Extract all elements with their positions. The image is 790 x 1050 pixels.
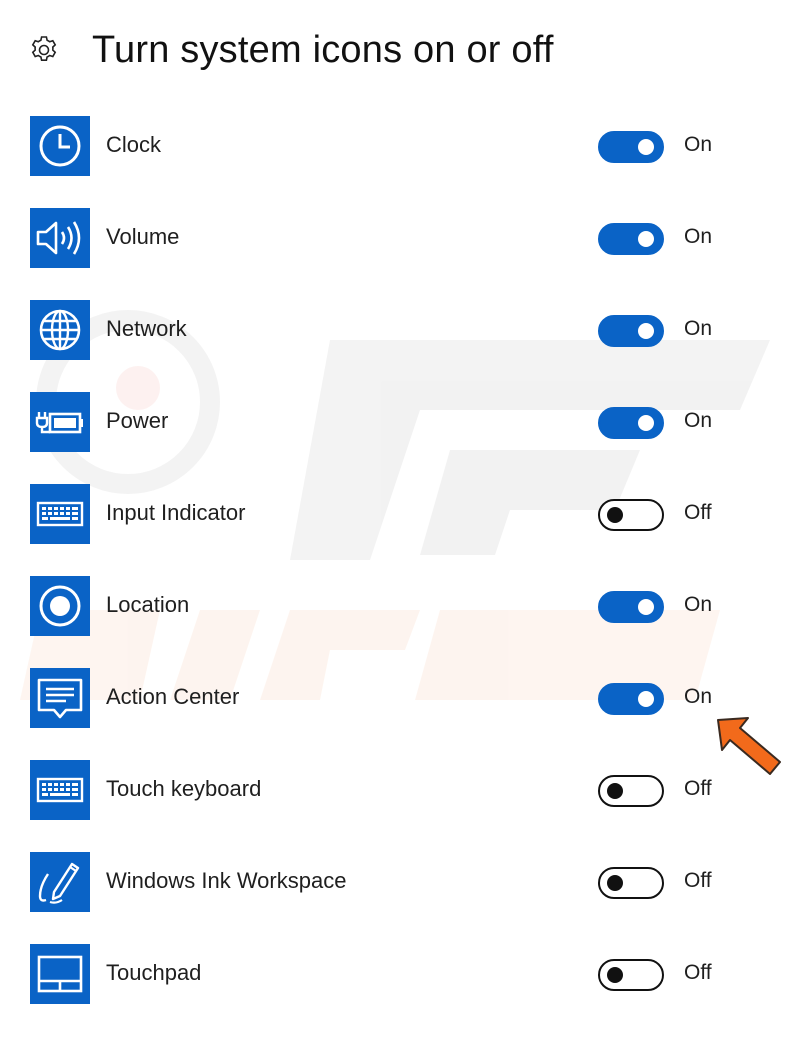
toggle-state: On: [684, 133, 713, 156]
toggle-state: Off: [684, 777, 712, 800]
toggle-state: On: [684, 409, 713, 432]
item-label: Input Indicator: [106, 500, 246, 525]
page-title: Turn system icons on or off: [92, 28, 554, 71]
keyboard-icon: [30, 484, 90, 544]
item-label: Touch keyboard: [106, 776, 262, 801]
toggle-knob: [638, 139, 654, 155]
toggle-knob: [638, 599, 654, 615]
list-item-action-center: Action Center On: [30, 668, 770, 730]
page-header: Turn system icons on or off: [28, 22, 554, 78]
touchpad-toggle[interactable]: [598, 959, 664, 991]
gear-icon: [28, 34, 60, 66]
item-label: Touchpad: [106, 960, 202, 985]
list-item-location: Location On: [30, 576, 770, 638]
windows-ink-toggle[interactable]: [598, 867, 664, 899]
clock-toggle[interactable]: [598, 131, 664, 163]
toggle-knob: [607, 874, 623, 891]
toggle-knob: [607, 966, 623, 983]
toggle-knob: [607, 782, 623, 799]
touch-keyboard-toggle[interactable]: [598, 775, 664, 807]
item-label: Power: [106, 408, 169, 433]
pen-icon: [30, 852, 90, 912]
power-toggle[interactable]: [598, 407, 664, 439]
toggle-knob: [638, 415, 654, 431]
toggle-state: On: [684, 593, 713, 616]
pointer-arrow-icon: [717, 717, 781, 775]
toggle-knob: [638, 231, 654, 247]
touchpad-icon: [30, 944, 90, 1004]
keyboard-icon: [30, 760, 90, 820]
toggle-state: Off: [684, 961, 712, 984]
list-item-input-indicator: Input Indicator Off: [30, 484, 770, 546]
item-label: Network: [106, 316, 187, 341]
toggle-state: On: [684, 225, 713, 248]
volume-icon: [30, 208, 90, 268]
toggle-state: On: [684, 685, 713, 708]
item-label: Action Center: [106, 684, 240, 709]
location-toggle[interactable]: [598, 591, 664, 623]
toggle-knob: [638, 323, 654, 339]
list-item-touchpad: Touchpad Off: [30, 944, 770, 1006]
network-globe-icon: [30, 300, 90, 360]
list-item-touch-keyboard: Touch keyboard Off: [30, 760, 770, 822]
clock-icon: [30, 116, 90, 176]
location-icon: [30, 576, 90, 636]
power-battery-icon: [30, 392, 90, 452]
toggle-state: Off: [684, 501, 712, 524]
list-item-windows-ink-workspace: Windows Ink Workspace Off: [30, 852, 770, 914]
list-item-power: Power On: [30, 392, 770, 454]
action-center-icon: [30, 668, 90, 728]
volume-toggle[interactable]: [598, 223, 664, 255]
input-indicator-toggle[interactable]: [598, 499, 664, 531]
list-item-volume: Volume On: [30, 208, 770, 270]
toggle-state: Off: [684, 869, 712, 892]
toggle-knob: [638, 691, 654, 707]
item-label: Windows Ink Workspace: [106, 868, 347, 893]
toggle-state: On: [684, 317, 713, 340]
item-label: Volume: [106, 224, 180, 249]
list-item-network: Network On: [30, 300, 770, 362]
action-center-toggle[interactable]: [598, 683, 664, 715]
network-toggle[interactable]: [598, 315, 664, 347]
toggle-knob: [607, 506, 623, 523]
item-label: Location: [106, 592, 190, 617]
list-item-clock: Clock On: [30, 116, 770, 178]
item-label: Clock: [106, 132, 162, 157]
